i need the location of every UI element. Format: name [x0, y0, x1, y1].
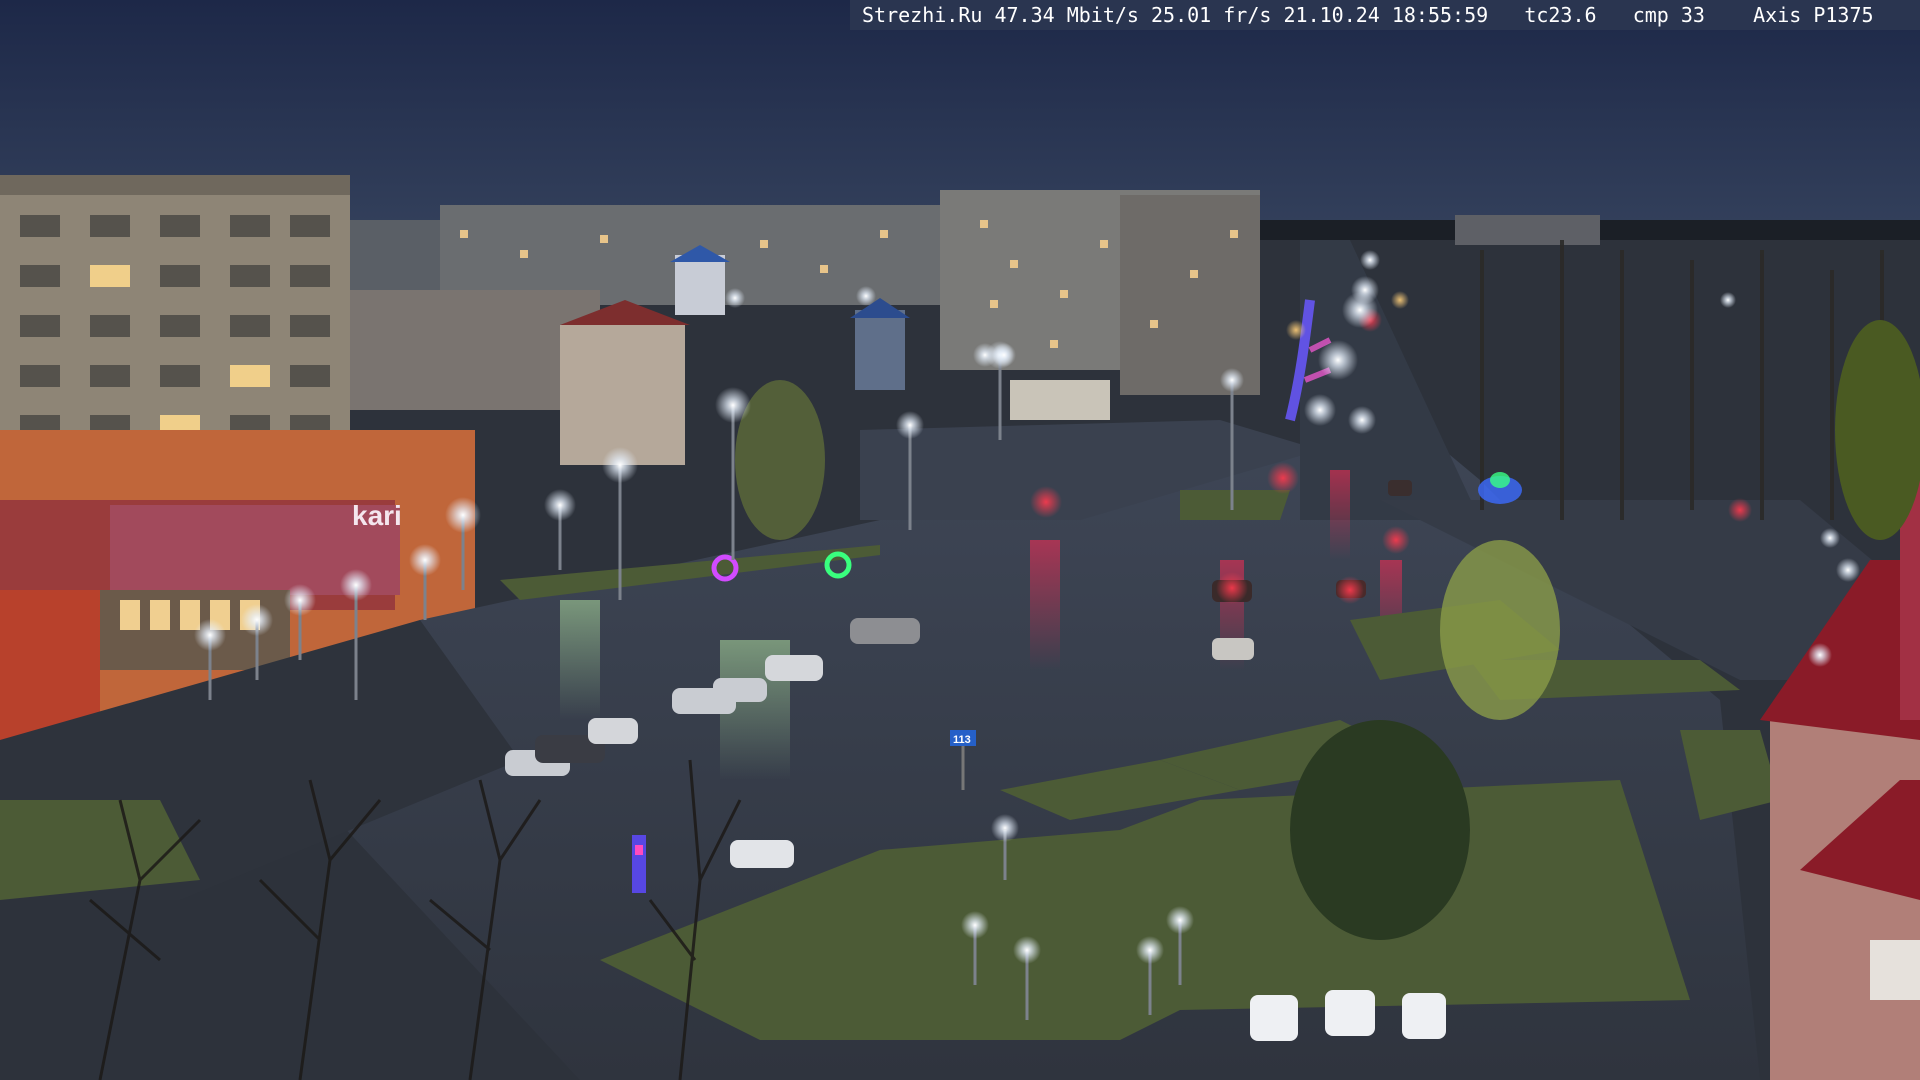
city-night-scene: kari 113 — [0, 0, 1920, 1080]
webcam-frame: kari 113 Strezhi.Ru 47.34 Mbit/s 25.01 f… — [0, 0, 1920, 1080]
overlay-camera-model: Axis P1375 — [1753, 3, 1874, 27]
bus-stop-number: 113 — [953, 734, 971, 746]
overlay-datetime: 21.10.24 18:55:59 — [1283, 3, 1489, 27]
overlay-bitrate: 47.34 Mbit/s — [994, 3, 1139, 27]
overlay-cmp: cmp 33 — [1632, 3, 1705, 27]
overlay-framerate: 25.01 fr/s — [1151, 3, 1272, 27]
overlay-tc: tc23.6 — [1524, 3, 1597, 27]
store-sign: kari — [352, 500, 402, 531]
camera-overlay-bar: Strezhi.Ru 47.34 Mbit/s 25.01 fr/s 21.10… — [850, 0, 1920, 30]
overlay-site: Strezhi.Ru — [862, 3, 983, 27]
